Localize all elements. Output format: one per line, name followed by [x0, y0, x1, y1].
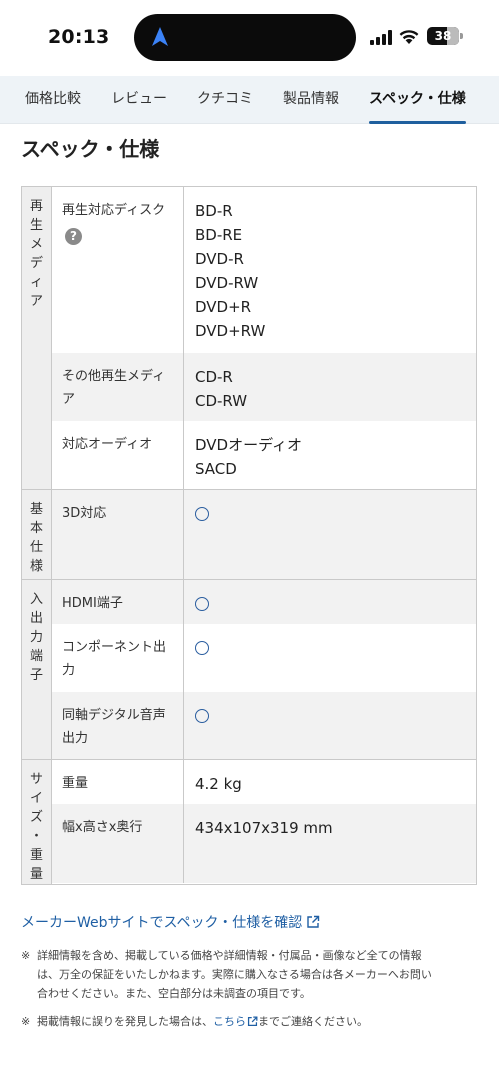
spec-value-line: DVD+RW — [195, 322, 266, 340]
spec-row-label: 3D対応 — [52, 490, 184, 579]
spec-row-label: コンポーネント出力 — [52, 624, 184, 692]
spec-value-line: DVD+R — [195, 298, 252, 316]
tab-product-info[interactable]: 製品情報 — [283, 76, 339, 124]
spec-group-label-text: 基本仕様 — [29, 502, 43, 574]
status-time: 20:13 — [48, 26, 110, 48]
spec-group-basic: 基本仕様 3D対応 — [22, 489, 476, 579]
spec-row-value: BD-R BD-RE DVD-R DVD-RW DVD+R DVD+RW — [184, 187, 476, 353]
spec-row: その他再生メディア CD-R CD-RW — [52, 353, 476, 421]
spec-value-line: CD-R — [195, 368, 233, 386]
spec-row-label: HDMI端子 — [52, 580, 184, 624]
spec-table: 再生メディア 再生対応ディスク? BD-R BD-RE DVD-R DVD-RW… — [21, 186, 477, 885]
spec-row-value — [184, 490, 476, 579]
spec-row-value — [184, 692, 476, 759]
spec-group-label-text: 再生メディア — [29, 199, 43, 309]
spec-group-io-terminals: 入出力端子 HDMI端子 コンポーネント出力 同軸デジタル音声出力 — [22, 579, 476, 759]
status-bar: 20:13 38 — [0, 0, 499, 76]
external-link-icon — [307, 915, 320, 928]
spec-row: HDMI端子 — [52, 580, 476, 624]
contact-link-text: こちら — [213, 1015, 246, 1028]
spec-value-line: SACD — [195, 460, 237, 478]
wifi-icon — [399, 30, 419, 44]
spec-row-label: 再生対応ディスク? — [52, 187, 184, 353]
spec-group-label: 再生メディア — [22, 187, 52, 489]
spec-group-label: 入出力端子 — [22, 580, 52, 759]
spec-group-size-weight: サイズ・重量 重量 4.2 kg 幅x高さx奥行 434x107x319 mm — [22, 759, 476, 884]
tab-reviews[interactable]: レビュー — [111, 76, 167, 124]
spec-row-value: DVDオーディオ SACD — [184, 421, 476, 489]
spec-row-value: 434x107x319 mm — [195, 819, 333, 837]
spec-row-value: CD-R CD-RW — [184, 353, 476, 421]
tab-kuchikomi[interactable]: クチコミ — [197, 76, 253, 124]
spec-row: 3D対応 — [52, 490, 476, 579]
spec-row: 対応オーディオ DVDオーディオ SACD — [52, 421, 476, 489]
spec-row: 重量 4.2 kg — [52, 760, 476, 804]
tab-price-comparison[interactable]: 価格比較 — [25, 76, 81, 124]
spec-value-line: BD-RE — [195, 226, 243, 244]
error-report-note: ※ 掲載情報に誤りを発見した場合は、こちら までご連絡ください。 — [21, 1012, 461, 1031]
maker-website-link-text: メーカーWebサイトでスペック・仕様を確認 — [21, 915, 303, 931]
spec-value-line: CD-RW — [195, 392, 248, 410]
error-report-text: 掲載情報に誤りを発見した場合は、こちら までご連絡ください。 — [21, 1012, 461, 1031]
error-report-text-after: までご連絡ください。 — [258, 1015, 368, 1028]
disclaimer-text: 詳細情報を含め、掲載している価格や詳細情報・付属品・画像など全ての情報は、万全の… — [37, 949, 432, 1000]
spec-row: 再生対応ディスク? BD-R BD-RE DVD-R DVD-RW DVD+R … — [52, 187, 476, 353]
spec-group-playback-media: 再生メディア 再生対応ディスク? BD-R BD-RE DVD-R DVD-RW… — [22, 187, 476, 489]
spec-row-value — [184, 624, 476, 692]
battery-icon: 38 — [427, 27, 463, 45]
note-mark: ※ — [21, 1015, 31, 1028]
tab-specs[interactable]: スペック・仕様 — [369, 76, 466, 124]
maker-website-link[interactable]: メーカーWebサイトでスペック・仕様を確認 — [21, 912, 320, 932]
spec-row-value — [184, 580, 476, 624]
external-link-icon — [247, 1016, 258, 1027]
navigation-arrow-icon — [152, 27, 168, 46]
spec-row-label: 対応オーディオ — [52, 421, 184, 489]
disclaimer-note: ※ 詳細情報を含め、掲載している価格や詳細情報・付属品・画像など全ての情報は、万… — [21, 946, 441, 1003]
supported-circle-icon — [195, 507, 209, 521]
spec-group-label-text: サイズ・重量 — [29, 772, 43, 882]
error-report-text-before: 掲載情報に誤りを発見した場合は、 — [37, 1015, 213, 1028]
battery-level: 38 — [434, 29, 452, 43]
spec-row: コンポーネント出力 — [52, 624, 476, 692]
spec-row-label: 同軸デジタル音声出力 — [52, 692, 184, 759]
spec-row-label: 重量 — [52, 760, 184, 804]
spec-value-line: BD-R — [195, 202, 233, 220]
help-icon[interactable]: ? — [65, 228, 82, 245]
dynamic-island — [134, 14, 356, 61]
page-title: スペック・仕様 — [21, 137, 160, 161]
spec-value-line: DVDオーディオ — [195, 436, 303, 454]
spec-value-line: DVD-RW — [195, 274, 259, 292]
spec-group-label: サイズ・重量 — [22, 760, 52, 884]
spec-group-label-text: 入出力端子 — [29, 592, 43, 683]
spec-row-label-text: 再生対応ディスク — [62, 203, 166, 218]
spec-value-line: DVD-R — [195, 250, 244, 268]
tab-bar: 価格比較 レビュー クチコミ 製品情報 スペック・仕様 — [0, 76, 499, 124]
spec-row-value: 4.2 kg — [195, 775, 242, 793]
supported-circle-icon — [195, 641, 209, 655]
supported-circle-icon — [195, 709, 209, 723]
spec-row: 同軸デジタル音声出力 — [52, 692, 476, 759]
spec-row-label: その他再生メディア — [52, 353, 184, 421]
spec-row: 幅x高さx奥行 434x107x319 mm — [52, 804, 476, 883]
cellular-signal-icon — [370, 30, 392, 45]
supported-circle-icon — [195, 597, 209, 611]
contact-link[interactable]: こちら — [213, 1015, 258, 1028]
note-mark: ※ — [21, 949, 31, 962]
spec-row-label: 幅x高さx奥行 — [52, 804, 184, 883]
spec-group-label: 基本仕様 — [22, 490, 52, 579]
